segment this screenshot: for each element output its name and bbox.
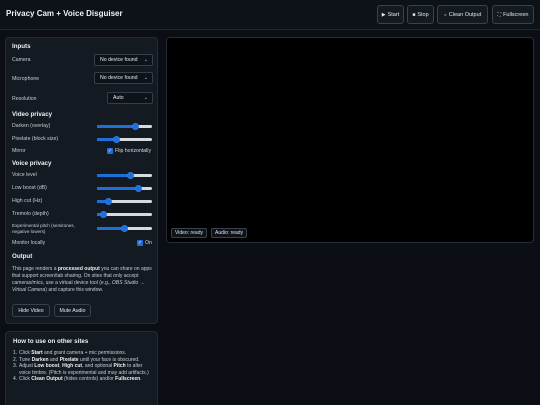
step-text: Adjust [19, 363, 35, 369]
tremolo-label: Tremolo (depth) [12, 211, 49, 217]
pixelate-label: Pixelate (block size) [12, 136, 59, 142]
pitch-label: Experimental pitch (semitones, negative … [12, 223, 75, 234]
clean-output-button-label: Clean Output [448, 11, 482, 18]
chevron-down-icon: ⌄ [143, 75, 148, 81]
start-button-label: Start [387, 11, 400, 18]
voice-level-slider[interactable] [97, 170, 152, 180]
darken-label: Darken (overlay) [12, 123, 51, 129]
camera-select[interactable]: No device found ⌄ [94, 54, 153, 66]
paint-icon: ◒ [443, 11, 447, 18]
high-cut-label: High cut (Hz) [12, 198, 43, 204]
resolution-select-value: Auto [113, 95, 124, 101]
start-button[interactable]: ▶ Start [377, 5, 404, 24]
step-text: and [48, 356, 60, 363]
step-text: Low boost [34, 363, 60, 369]
play-icon: ▶ [381, 11, 386, 18]
voice-privacy-heading: Voice privacy [12, 160, 52, 167]
slider-thumb[interactable] [104, 197, 112, 205]
step-text: Darken [31, 356, 49, 363]
mirror-checkbox-label: Flip horizontally [115, 148, 152, 154]
monitor-checkbox-label: On [145, 240, 152, 246]
step-text: Click [19, 376, 32, 382]
clean-output-button[interactable]: ◒ Clean Output [437, 5, 488, 24]
fullscreen-button[interactable]: ⛶ Fullscreen [492, 5, 534, 24]
top-bar: Privacy Cam + Voice Disguiser ▶ Start ■ … [0, 0, 540, 30]
step-text: Click [19, 350, 32, 356]
voice-level-label: Voice level [12, 172, 37, 178]
pixelate-slider[interactable] [97, 134, 152, 144]
inputs-heading: Inputs [12, 43, 31, 50]
how-to-heading: How to use on other sites [13, 338, 89, 345]
resolution-label: Resolution [12, 96, 37, 102]
audio-status-badge: Audio: ready [211, 228, 248, 238]
step-text: (hides controls) and/or [62, 376, 116, 382]
hide-video-button[interactable]: Hide Video [12, 304, 50, 317]
how-to-step: 3. Adjust Low boost, High cut, and option… [13, 363, 153, 376]
step-text: until your face is obscured. [78, 356, 140, 363]
pitch-slider[interactable] [97, 223, 152, 233]
step-number: 3. [13, 363, 18, 369]
microphone-select-value: No device found [100, 75, 138, 81]
step-number: 4. [13, 376, 18, 382]
how-to-step: 4. Click Clean Output (hides controls) an… [13, 376, 153, 383]
mute-audio-button[interactable]: Mute Audio [54, 304, 91, 317]
slider-thumb[interactable] [121, 224, 128, 232]
step-text: Clean Output [31, 376, 63, 382]
stop-button-label: Stop [417, 11, 429, 18]
slider-thumb[interactable] [112, 135, 120, 143]
step-text: Pitch [113, 363, 126, 369]
slider-thumb[interactable] [132, 122, 139, 130]
camera-label: Camera [12, 57, 31, 63]
video-privacy-heading: Video privacy [12, 111, 53, 118]
step-text: , and optional [82, 363, 114, 369]
mirror-checkbox[interactable]: ✓ [107, 148, 113, 154]
video-status-badge: Video: ready [171, 228, 207, 238]
microphone-label: Microphone [12, 76, 40, 82]
step-text: Tune [19, 356, 32, 363]
microphone-select[interactable]: No device found ⌄ [94, 72, 153, 84]
stop-button[interactable]: ■ Stop [407, 5, 434, 24]
slider-thumb[interactable] [100, 210, 108, 218]
fullscreen-button-label: Fullscreen [503, 11, 529, 18]
video-preview [166, 37, 534, 243]
step-text: High cut [62, 363, 83, 369]
step-text: Fullscreen [115, 376, 141, 382]
high-cut-slider[interactable] [97, 196, 152, 206]
camera-select-value: No device found [100, 57, 138, 63]
low-boost-slider[interactable] [97, 183, 152, 193]
how-to-steps: 1. Click Start and grant camera + mic per… [13, 350, 153, 383]
tremolo-slider[interactable] [97, 209, 152, 219]
monitor-checkbox[interactable]: ✓ [137, 240, 143, 246]
output-description: This page renders a processed output you… [12, 266, 152, 293]
step-text: and grant camera + mic permissions. [42, 350, 127, 356]
step-text: Start [31, 350, 43, 356]
chevron-down-icon: ⌄ [143, 57, 148, 63]
resolution-select[interactable]: Auto ⌄ [107, 92, 153, 104]
low-boost-label: Low boost (dB) [12, 185, 47, 191]
monitor-label: Monitor locally [12, 240, 46, 246]
stop-icon: ■ [412, 11, 416, 18]
mirror-label: Mirror [12, 148, 26, 154]
chevron-down-icon: ⌄ [143, 95, 148, 101]
step-text: . [140, 376, 142, 382]
slider-thumb[interactable] [134, 184, 142, 192]
app-title: Privacy Cam + Voice Disguiser [6, 9, 123, 18]
step-text: Pixelate [59, 356, 79, 363]
fullscreen-icon: ⛶ [497, 11, 502, 18]
slider-thumb[interactable] [126, 171, 134, 179]
output-heading: Output [12, 253, 33, 260]
darken-slider[interactable] [97, 121, 152, 131]
